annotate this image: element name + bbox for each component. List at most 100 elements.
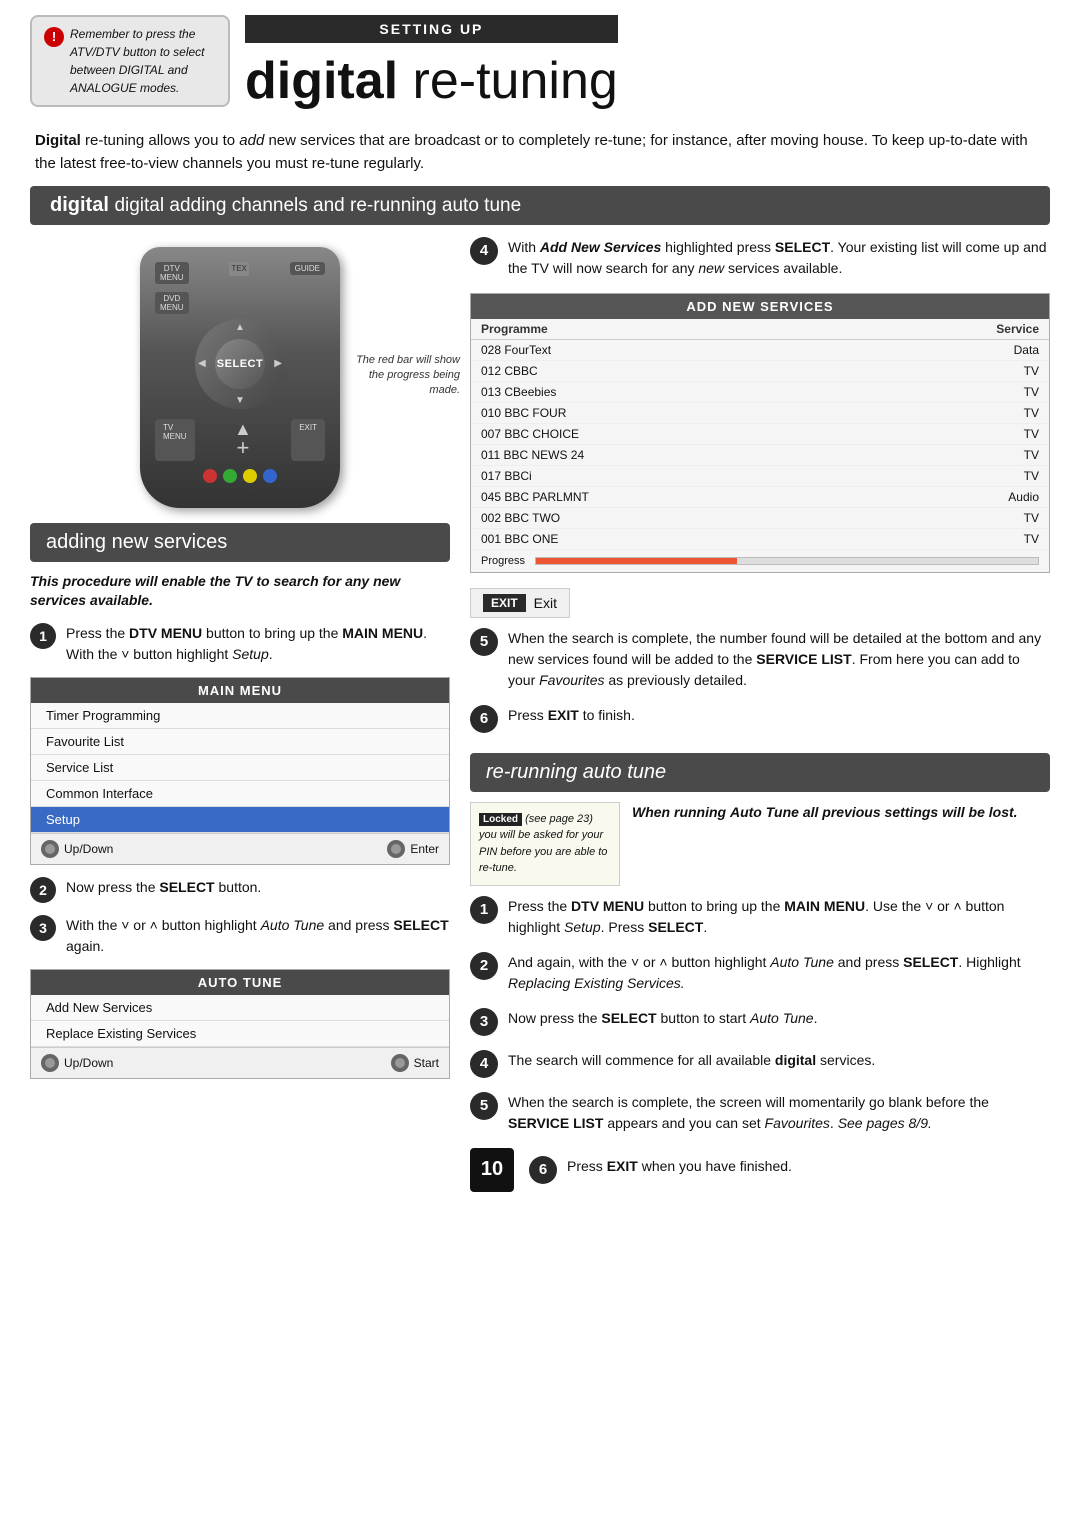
rerun-step-2: 2 And again, with the ˅ or ˄ button high…	[470, 952, 1050, 994]
exit-box: EXIT Exit	[470, 588, 570, 618]
plus-icon[interactable]: +	[236, 435, 249, 461]
rerun-step-4-num: 4	[470, 1050, 498, 1078]
ans-row-6: 011 BBC NEWS 24TV	[471, 445, 1049, 466]
auto-tune-replace[interactable]: Replace Existing Services	[31, 1021, 449, 1047]
rerun-step-6-text: Press EXIT when you have finished.	[567, 1156, 792, 1177]
up-down-control-2: Up/Down	[41, 1054, 113, 1072]
right-step-6-number: 6	[470, 705, 498, 733]
intro-text: Digital re-tuning allows you to add new …	[0, 111, 1080, 186]
menu-item-favourite: Favourite List	[31, 729, 449, 755]
rerun-header-text: re-running auto tune	[486, 761, 666, 783]
menu-item-service-list: Service List	[31, 755, 449, 781]
menu-item-setup[interactable]: Setup	[31, 807, 449, 833]
ans-row-10: 001 BBC ONETV	[471, 529, 1049, 550]
remember-box: ! Remember to press the ATV/DTV button t…	[30, 15, 230, 107]
right-step-6: 6 Press EXIT to finish.	[470, 705, 1050, 733]
red-bar-note: The red bar will show the progress being…	[340, 353, 460, 399]
select-ring[interactable]: ▲ ▼ ◀ ▶ SELECT	[195, 319, 285, 409]
ans-row-8: 045 BBC PARLMNTAudio	[471, 487, 1049, 508]
italic-procedure-note: This procedure will enable the TV to sea…	[30, 572, 450, 611]
right-step-5-number: 5	[470, 628, 498, 656]
circle-start-icon	[391, 1054, 409, 1072]
right-step-5-text: When the search is complete, the number …	[508, 628, 1050, 691]
adding-services-header: adding new services	[30, 523, 450, 562]
red-button[interactable]	[203, 469, 217, 483]
right-step-4: 4 With Add New Services highlighted pres…	[470, 237, 1050, 279]
main-menu-box: MAIN MENU Timer Programming Favourite Li…	[30, 677, 450, 865]
step-1-number: 1	[30, 623, 56, 649]
add-new-services-area: The red bar will show the progress being…	[470, 293, 1050, 573]
title-light: re-tuning	[398, 52, 618, 110]
rerun-step-2-num: 2	[470, 952, 498, 980]
main-menu-title: MAIN MENU	[31, 678, 449, 703]
setting-up-block: SETTING UP digital re-tuning	[245, 15, 618, 111]
rerun-step-4-text: The search will commence for all availab…	[508, 1050, 875, 1071]
right-step-5: 5 When the search is complete, the numbe…	[470, 628, 1050, 691]
dtv-menu-label: DTVMENU	[155, 262, 189, 284]
ans-row-9: 002 BBC TWOTV	[471, 508, 1049, 529]
auto-tune-add-new[interactable]: Add New Services	[31, 995, 449, 1021]
rerun-step-5: 5 When the search is complete, the scree…	[470, 1092, 1050, 1134]
page-header: ! Remember to press the ATV/DTV button t…	[0, 0, 1080, 111]
start-control: Start	[391, 1054, 439, 1072]
circle-up-down-icon	[41, 840, 59, 858]
nav-ring: ▲ ▼ ◀ ▶ SELECT	[155, 319, 325, 409]
step-2: 2 Now press the SELECT button.	[30, 877, 450, 903]
setting-up-badge: SETTING UP	[245, 15, 618, 43]
right-step-4-text: With Add New Services highlighted press …	[508, 237, 1050, 279]
exit-button[interactable]: EXIT	[291, 419, 325, 461]
rerun-step-5-text: When the search is complete, the screen …	[508, 1092, 1050, 1134]
page-footer-row: 10 6 Press EXIT when you have finished.	[470, 1148, 1050, 1192]
main-content: DTVMENU TEX GUIDE DVDMENU	[0, 237, 1080, 1192]
right-column: 4 With Add New Services highlighted pres…	[470, 237, 1050, 1192]
tex-button[interactable]: TEX	[229, 262, 249, 276]
guide-label: GUIDE	[290, 262, 325, 275]
rerun-step-1-text: Press the DTV MENU button to bring up th…	[508, 896, 1050, 938]
ans-row-3: 013 CBeebiesTV	[471, 382, 1049, 403]
rerun-step-3: 3 Now press the SELECT button to start A…	[470, 1008, 1050, 1036]
right-arrow-icon[interactable]: ▶	[274, 358, 282, 369]
yellow-button[interactable]	[243, 469, 257, 483]
progress-bar	[535, 557, 1039, 565]
step-1: 1 Press the DTV MENU button to bring up …	[30, 623, 450, 665]
left-arrow-icon[interactable]: ◀	[198, 358, 206, 369]
menu-item-timer: Timer Programming	[31, 703, 449, 729]
remote-top-row: DTVMENU TEX GUIDE	[155, 262, 325, 284]
auto-tune-footer: Up/Down Start	[31, 1047, 449, 1078]
blue-button[interactable]	[263, 469, 277, 483]
step-3: 3 With the ˅ or ˄ button highlight Auto …	[30, 915, 450, 957]
rerun-step-1-num: 1	[470, 896, 498, 924]
remote-control: DTVMENU TEX GUIDE DVDMENU	[140, 247, 340, 508]
menu-item-common-interface: Common Interface	[31, 781, 449, 807]
when-running-area: When running Auto Tune all previous sett…	[632, 802, 1050, 835]
rerun-step-2-text: And again, with the ˅ or ˄ button highli…	[508, 952, 1050, 994]
rerun-step-3-text: Now press the SELECT button to start Aut…	[508, 1008, 817, 1029]
circle-updown-icon-2	[41, 1054, 59, 1072]
step-3-number: 3	[30, 915, 56, 941]
rerun-step-4: 4 The search will commence for all avail…	[470, 1050, 1050, 1078]
main-menu-footer: Up/Down Enter	[31, 833, 449, 864]
step-2-number: 2	[30, 877, 56, 903]
title-bold: digital	[245, 52, 398, 110]
rerun-step-1: 1 Press the DTV MENU button to bring up …	[470, 896, 1050, 938]
circle-enter-icon	[387, 840, 405, 858]
ans-row-7: 017 BBCiTV	[471, 466, 1049, 487]
rerun-auto-tune-header: re-running auto tune	[470, 753, 1050, 792]
auto-tune-title: AUTO TUNE	[31, 970, 449, 995]
dvd-menu-label: DVDMENU	[155, 292, 189, 314]
auto-tune-box: AUTO TUNE Add New Services Replace Exist…	[30, 969, 450, 1079]
rerun-step-6: 6 Press EXIT when you have finished.	[529, 1156, 792, 1184]
tv-menu-button[interactable]: TVMENU	[155, 419, 195, 461]
ans-row-2: 012 CBBCTV	[471, 361, 1049, 382]
add-new-services-box: ADD NEW SERVICES Programme Service 028 F…	[470, 293, 1050, 573]
green-button[interactable]	[223, 469, 237, 483]
ans-title: ADD NEW SERVICES	[471, 294, 1049, 319]
exit-text: Exit	[534, 595, 557, 611]
progress-bar-fill	[536, 558, 737, 564]
step-2-text: Now press the SELECT button.	[66, 877, 261, 898]
when-running-note: When running Auto Tune all previous sett…	[632, 802, 1050, 823]
remote-bottom-buttons: TVMENU ▲ + EXIT	[155, 419, 325, 461]
exit-badge[interactable]: EXIT	[483, 594, 526, 612]
locked-note: Locked (see page 23) you will be asked f…	[470, 802, 620, 886]
rerun-step-3-num: 3	[470, 1008, 498, 1036]
